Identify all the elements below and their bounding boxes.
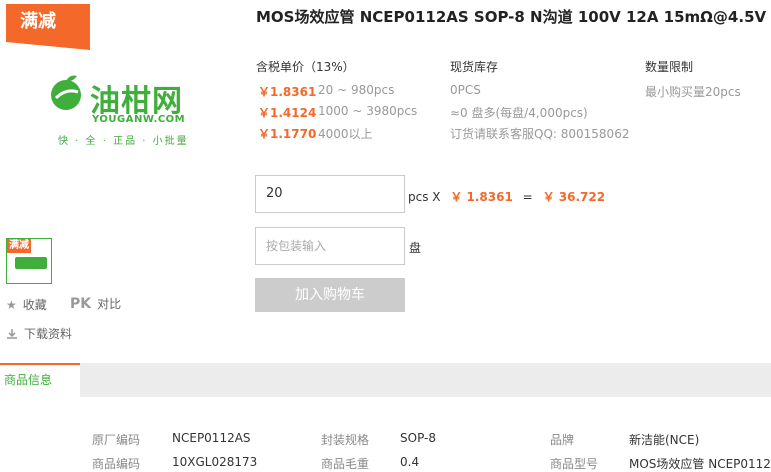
thumb-promo-badge: 满减 [7,239,31,253]
calc-unit-price: ￥ 1.8361 [450,190,513,204]
spec-value: 0.4 [400,455,420,469]
tab-product-info[interactable]: 商品信息 [0,363,80,397]
pack-unit: 盘 [409,241,422,255]
limit-min: 最小购买量20pcs [645,85,741,99]
tier-range: 4000以上 [318,127,373,141]
promo-badge: 满减 [6,4,90,50]
logo-slogan: 快 · 全 · 正品 · 小批量 [58,136,189,147]
spec-label: 商品编码 [92,457,141,471]
favorite-button[interactable]: ★ 收藏 [6,296,47,313]
download-label: 下载资料 [24,327,73,341]
star-icon: ★ [6,297,17,312]
tier-range: 1000 ~ 3980pcs [318,104,418,118]
pk-badge: PK [70,295,92,312]
stock-reel: ≈0 盘多(每盘/4,000pcs) [450,106,588,120]
spec-label: 封装规格 [321,433,370,447]
tier-price: ￥1.1770 [258,127,317,141]
store-logo: 油柑网 YOUGANW.COM 快 · 全 · 正品 · 小批量 [40,72,200,152]
product-thumbnail[interactable]: 满减 [6,238,52,284]
limit-header: 数量限制 [645,60,694,74]
spec-label: 品牌 [550,433,575,447]
quantity-input[interactable]: 20 [255,175,405,213]
spec-label: 商品毛重 [321,457,370,471]
thumb-logo-image [15,257,47,269]
tier-price: ￥1.8361 [258,85,317,99]
spec-value: NCEP0112AS [172,431,251,445]
download-icon [7,328,17,339]
compare-button[interactable]: PK 对比 [70,295,121,312]
calc-unit: pcs X [408,190,441,204]
tier-range: 20 ~ 980pcs [318,83,395,97]
spec-value: SOP-8 [400,431,436,445]
download-docs-button[interactable]: 下载资料 [6,325,72,342]
price-header: 含税单价（13%） [256,60,355,74]
spec-value: 10XGL028173 [172,455,258,469]
spec-value: 新洁能(NCE) [629,433,700,447]
add-to-cart-button[interactable]: 加入购物车 [255,278,405,312]
compare-label: 对比 [97,297,122,311]
fruit-logo-icon [51,75,81,110]
spec-value: MOS场效应管 NCEP0112... [629,457,771,471]
spec-label: 原厂编码 [92,433,141,447]
stock-contact: 订货请联系客服QQ: 800158062 [450,127,630,141]
tier-price: ￥1.4124 [258,106,317,120]
calc-total: ￥ 36.722 [542,190,606,204]
pack-quantity-input[interactable]: 按包装输入 [255,227,405,265]
stock-header: 现货库存 [450,60,499,74]
detail-tab-bar [0,363,771,397]
price-calculation: pcs X ￥ 1.8361 = ￥ 36.722 [408,188,605,205]
logo-domain-text: YOUGANW.COM [92,114,186,125]
stock-qty: 0PCS [450,83,481,97]
spec-label: 商品型号 [550,457,599,471]
product-title: MOS场效应管 NCEP0112AS SOP-8 N沟道 100V 12A 15… [256,8,767,26]
calc-equals: = [522,190,533,204]
favorite-label: 收藏 [22,298,47,312]
